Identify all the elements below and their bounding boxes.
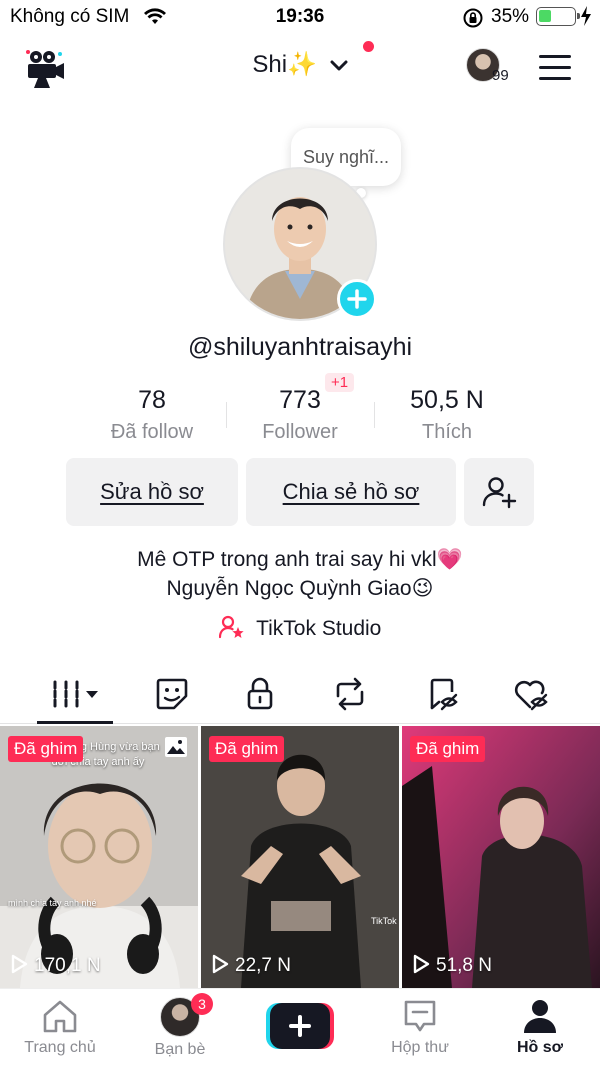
video-thumbnail[interactable]: Đã ghim TikTok 22,7 N xyxy=(201,726,399,988)
nav-home[interactable]: Trang chủ xyxy=(0,997,120,1057)
notification-dot xyxy=(363,41,374,52)
add-story-button[interactable] xyxy=(337,279,377,319)
bio-line: Nguyễn Ngọc Quỳnh Giao😉 xyxy=(166,577,434,600)
video-thumbnail[interactable]: gái Quang Hùng vừa bạn đời chia tay anh … xyxy=(0,726,198,988)
tiktok-studio-link[interactable]: TikTok Studio xyxy=(0,615,600,645)
nav-home-label: Trang chủ xyxy=(24,1039,96,1056)
battery-percent: 35% xyxy=(491,6,530,27)
charging-bolt-icon xyxy=(580,6,592,31)
video-caption-strip: mình chia tay anh nhé xyxy=(8,898,97,908)
pinned-badge: Đã ghim xyxy=(209,736,285,762)
friends-badge: 3 xyxy=(191,993,213,1015)
likes-stat[interactable]: 50,5 N Thích xyxy=(372,386,522,444)
menu-icon[interactable] xyxy=(539,55,571,81)
video-preview-image xyxy=(402,726,600,988)
tab-saved[interactable] xyxy=(422,674,462,714)
grid-icon xyxy=(53,680,98,708)
tab-stickers[interactable] xyxy=(152,674,192,714)
photo-post-icon xyxy=(164,736,188,763)
profile-icon xyxy=(524,1000,556,1033)
play-icon xyxy=(211,954,229,980)
followers-stat[interactable]: 773 Follower xyxy=(225,386,375,444)
tiktok-watermark: TikTok xyxy=(371,916,397,926)
following-count: 78 xyxy=(138,386,166,414)
sticker-icon xyxy=(156,678,188,710)
active-tab-indicator xyxy=(37,721,113,724)
account-switcher[interactable]: Shi✨ xyxy=(0,50,600,79)
video-thumbnail[interactable]: Đã ghim 51,8 N xyxy=(402,726,600,988)
create-button[interactable] xyxy=(266,1003,334,1049)
likes-label: Thích xyxy=(421,421,473,443)
view-count-value: 22,7 N xyxy=(235,955,291,976)
username: @shiluyanhtraisayhi xyxy=(187,333,413,361)
edit-profile-button[interactable]: Sửa hồ sơ xyxy=(66,458,238,526)
nav-friends[interactable]: 3 Bạn bè xyxy=(120,993,240,1059)
add-user-icon xyxy=(482,477,517,509)
tab-private[interactable] xyxy=(240,674,280,714)
bottom-navigation: Trang chủ 3 Bạn bè Hộp thư Hồ sơ xyxy=(0,988,600,1067)
nav-inbox[interactable]: Hộp thư xyxy=(360,997,480,1057)
video-preview-image xyxy=(201,726,399,988)
repost-icon xyxy=(336,677,364,711)
home-icon xyxy=(43,1000,77,1033)
view-count-value: 170,1 N xyxy=(34,955,101,976)
chevron-down-icon xyxy=(330,51,348,79)
profile-stats: 78 Đã follow 773 Follower 50,5 N Thích xyxy=(0,386,600,456)
tiktok-studio-label: TikTok Studio xyxy=(256,617,382,640)
bio-line: Mê OTP trong anh trai say hi vkl💗 xyxy=(137,548,463,571)
plus-icon xyxy=(266,1003,334,1049)
play-icon xyxy=(412,954,430,980)
add-friend-button[interactable] xyxy=(464,458,534,526)
nav-inbox-label: Hộp thư xyxy=(391,1039,449,1056)
lock-icon xyxy=(247,677,273,710)
battery-icon xyxy=(536,7,580,26)
notification-count: 99 xyxy=(492,67,509,84)
share-profile-label: Chia sẻ hồ sơ xyxy=(282,479,420,504)
following-label: Đã follow xyxy=(110,421,194,443)
profile-name: Shi✨ xyxy=(252,51,317,79)
following-stat[interactable]: 78 Đã follow xyxy=(77,386,227,444)
pinned-badge: Đã ghim xyxy=(8,736,84,762)
inbox-icon xyxy=(404,1000,436,1032)
content-tabs xyxy=(0,668,600,724)
profile-bio: Mê OTP trong anh trai say hi vkl💗 Nguyễn… xyxy=(0,545,600,603)
battery-fill xyxy=(539,10,551,22)
new-follower-badge: +1 xyxy=(325,373,355,392)
tab-videos[interactable] xyxy=(50,674,106,714)
creator-star-icon xyxy=(218,615,245,645)
nav-profile[interactable]: Hồ sơ xyxy=(480,997,600,1057)
heart-hidden-icon xyxy=(514,680,548,711)
nav-profile-label: Hồ sơ xyxy=(516,1039,564,1056)
view-count-value: 51,8 N xyxy=(436,955,492,976)
tab-liked[interactable] xyxy=(510,674,550,714)
nav-friends-label: Bạn bè xyxy=(154,1041,206,1058)
play-icon xyxy=(10,954,28,980)
bookmark-hidden-icon xyxy=(430,678,458,711)
status-bar: Không có SIM 19:36 35% xyxy=(0,0,600,36)
profile-avatar-container[interactable] xyxy=(223,167,377,321)
profile-header: Shi✨ 99 xyxy=(0,40,600,96)
tab-reposts[interactable] xyxy=(330,674,370,714)
pinned-badge: Đã ghim xyxy=(410,736,486,762)
view-count: 22,7 N xyxy=(211,954,291,980)
likes-count: 50,5 N xyxy=(410,386,484,414)
view-count: 51,8 N xyxy=(412,954,492,980)
view-count: 170,1 N xyxy=(10,954,101,980)
share-profile-button[interactable]: Chia sẻ hồ sơ xyxy=(246,458,456,526)
edit-profile-label: Sửa hồ sơ xyxy=(100,479,204,504)
followers-label: Follower xyxy=(262,421,338,443)
video-grid: gái Quang Hùng vừa bạn đời chia tay anh … xyxy=(0,726,600,988)
orientation-lock-icon xyxy=(462,7,484,34)
